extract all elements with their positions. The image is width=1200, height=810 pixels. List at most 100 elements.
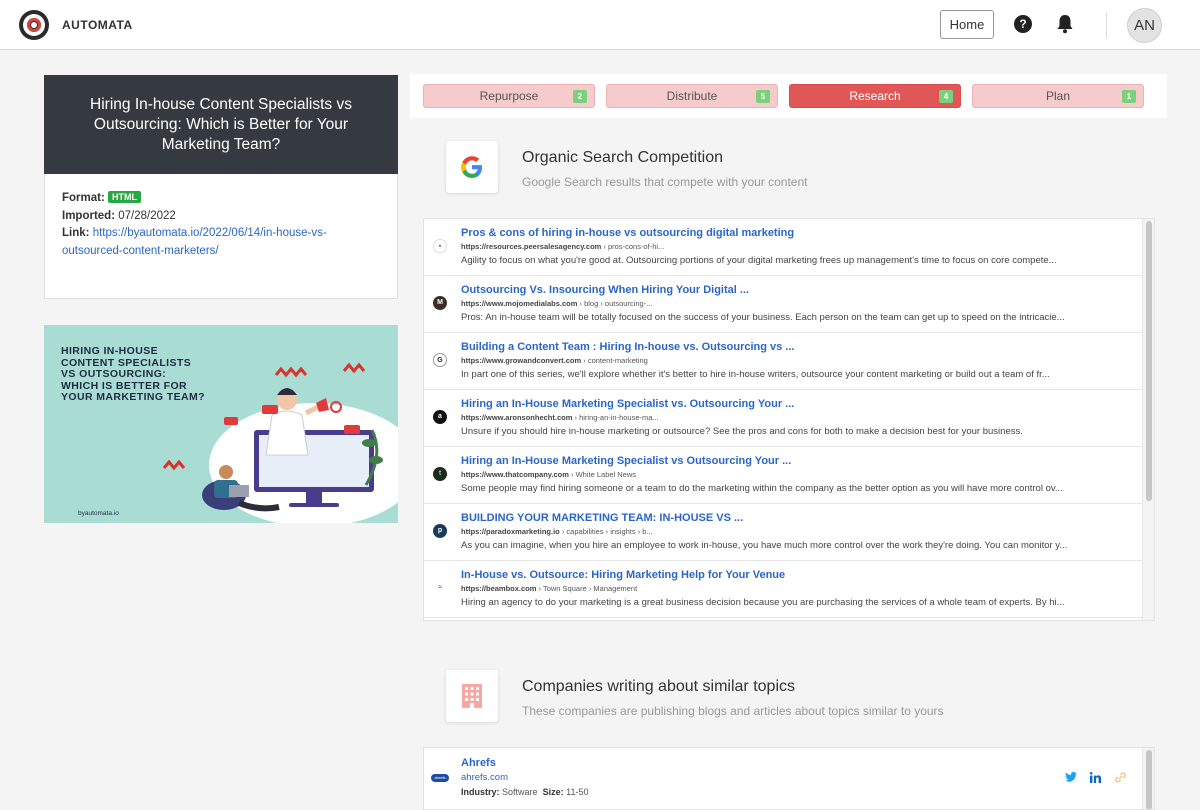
scrollbar-thumb[interactable] bbox=[1146, 750, 1152, 809]
tab-distribute[interactable]: Distribute 5 bbox=[606, 84, 778, 108]
top-bar: AUTOMATA Home ? AN bbox=[0, 0, 1200, 50]
result-title[interactable]: Pros & cons of hiring in-house vs outsou… bbox=[461, 227, 794, 239]
tab-research[interactable]: Research 4 bbox=[789, 84, 961, 108]
office-building-icon bbox=[462, 684, 482, 708]
result-path: › pros-cons-of-hi... bbox=[601, 242, 665, 251]
google-icon bbox=[446, 141, 498, 193]
result-title[interactable]: Building a Content Team : Hiring In-hous… bbox=[461, 341, 795, 353]
result-domain: https://www.thatcompany.com bbox=[461, 470, 569, 479]
results-scrollbar[interactable] bbox=[1142, 219, 1154, 620]
google-g-icon bbox=[461, 156, 482, 178]
tab-label: Distribute bbox=[666, 89, 718, 103]
industry-value: Software bbox=[502, 787, 538, 797]
thumbnail-illustration bbox=[162, 362, 398, 523]
result-snippet: Pros: An in-house team will be totally f… bbox=[461, 312, 1065, 323]
result-snippet: In part one of this series, we'll explor… bbox=[461, 369, 1050, 380]
search-result[interactable]: ▪ Pros & cons of hiring in-house vs outs… bbox=[424, 219, 1142, 276]
article-link[interactable]: https://byautomata.io/2022/06/14/in-hous… bbox=[62, 227, 327, 257]
result-path: › content-marketing bbox=[581, 356, 648, 365]
result-title[interactable]: In-House vs. Outsource: Hiring Marketing… bbox=[461, 569, 785, 581]
site-favicon-icon: t bbox=[433, 467, 447, 481]
imported-date: 07/28/2022 bbox=[118, 209, 176, 222]
company-name[interactable]: Ahrefs bbox=[461, 757, 496, 769]
format-row: Format: HTML bbox=[62, 190, 380, 208]
search-result[interactable]: a Hiring an In-House Marketing Specialis… bbox=[424, 390, 1142, 447]
result-domain: https://www.aronsonhecht.com bbox=[461, 413, 573, 422]
companies-scrollbar[interactable] bbox=[1142, 748, 1154, 809]
organic-section-title: Organic Search Competition bbox=[522, 149, 723, 166]
company-logo-icon: ahrefs bbox=[431, 774, 449, 782]
size-value: 11-50 bbox=[566, 787, 589, 797]
result-path: › Town Square › Management bbox=[536, 584, 638, 593]
result-url: https://beambox.com › Town Square › Mana… bbox=[461, 584, 637, 593]
help-icon[interactable]: ? bbox=[1014, 15, 1032, 33]
search-result[interactable]: p BUILDING YOUR MARKETING TEAM: IN-HOUSE… bbox=[424, 504, 1142, 561]
building-icon bbox=[446, 670, 498, 722]
user-avatar[interactable]: AN bbox=[1127, 8, 1162, 43]
linkedin-icon[interactable] bbox=[1090, 772, 1101, 783]
brand-name[interactable]: AUTOMATA bbox=[62, 18, 133, 32]
result-url: https://paradoxmarketing.io › capabiliti… bbox=[461, 527, 653, 536]
result-snippet: Unsure if you should hire in-house marke… bbox=[461, 426, 1023, 437]
result-snippet: Some people may find hiring someone or a… bbox=[461, 483, 1063, 494]
site-favicon-icon: M bbox=[433, 296, 447, 310]
bell-icon[interactable] bbox=[1056, 14, 1074, 34]
industry-label: Industry: bbox=[461, 787, 500, 797]
result-domain: https://resources.peersalesagency.com bbox=[461, 242, 602, 251]
tab-label: Plan bbox=[1045, 89, 1071, 103]
companies-list: ahrefs Ahrefs ahrefs.com Industry: Softw… bbox=[423, 747, 1155, 810]
companies-section-title: Companies writing about similar topics bbox=[522, 678, 795, 695]
tab-label: Repurpose bbox=[479, 89, 539, 103]
companies-section-subtitle: These companies are publishing blogs and… bbox=[522, 704, 944, 718]
home-button[interactable]: Home bbox=[940, 10, 994, 39]
result-title[interactable]: Hiring an In-House Marketing Specialist … bbox=[461, 398, 794, 410]
site-favicon-icon: p bbox=[433, 524, 447, 538]
result-path: › capabilities › insights › b... bbox=[559, 527, 653, 536]
result-snippet: As you can imagine, when you hire an emp… bbox=[461, 540, 1068, 551]
tab-plan[interactable]: Plan 1 bbox=[972, 84, 1144, 108]
automata-logo-icon[interactable] bbox=[19, 10, 49, 40]
twitter-icon[interactable] bbox=[1065, 772, 1077, 782]
result-title[interactable]: BUILDING YOUR MARKETING TEAM: IN-HOUSE V… bbox=[461, 512, 743, 524]
imported-row: Imported: 07/28/2022 bbox=[62, 208, 380, 226]
result-domain: https://beambox.com bbox=[461, 584, 537, 593]
site-favicon-icon: ▪ bbox=[433, 239, 447, 253]
article-meta: Format: HTML Imported: 07/28/2022 Link: … bbox=[44, 174, 398, 299]
result-title[interactable]: Hiring an In-House Marketing Specialist … bbox=[461, 455, 791, 467]
tabs-panel: Repurpose 2 Distribute 5 Research 4 Plan… bbox=[410, 74, 1167, 118]
article-thumbnail: HIRING IN-HOUSE CONTENT SPECIALISTS VS O… bbox=[44, 325, 398, 523]
article-title-card: Hiring In-house Content Specialists vs O… bbox=[44, 75, 398, 174]
site-favicon-icon: G bbox=[433, 353, 447, 367]
tab-count-badge: 4 bbox=[939, 90, 953, 103]
result-url: https://resources.peersalesagency.com › … bbox=[461, 242, 664, 251]
format-label: Format: bbox=[62, 192, 105, 204]
website-link-icon[interactable] bbox=[1115, 772, 1126, 783]
search-result[interactable]: t Hiring an In-House Marketing Specialis… bbox=[424, 447, 1142, 504]
result-url: https://www.aronsonhecht.com › hiring-an… bbox=[461, 413, 659, 422]
result-domain: https://www.growandconvert.com bbox=[461, 356, 582, 365]
imported-label: Imported: bbox=[62, 209, 116, 222]
link-row: Link: https://byautomata.io/2022/06/14/i… bbox=[62, 225, 380, 260]
site-favicon-icon: a bbox=[433, 410, 447, 424]
search-result[interactable]: M Outsourcing Vs. Insourcing When Hiring… bbox=[424, 276, 1142, 333]
article-title: Hiring In-house Content Specialists vs O… bbox=[90, 95, 352, 153]
site-favicon-icon: ≈ bbox=[433, 581, 447, 595]
header-divider bbox=[1106, 12, 1107, 38]
organic-section-subtitle: Google Search results that compete with … bbox=[522, 175, 808, 189]
result-snippet: Agility to focus on what you're good at.… bbox=[461, 255, 1057, 266]
search-result[interactable]: G Building a Content Team : Hiring In-ho… bbox=[424, 333, 1142, 390]
tab-label: Research bbox=[849, 89, 901, 103]
tab-repurpose[interactable]: Repurpose 2 bbox=[423, 84, 595, 108]
search-results-list: ▪ Pros & cons of hiring in-house vs outs… bbox=[423, 218, 1155, 621]
tab-count-badge: 1 bbox=[1122, 90, 1136, 103]
result-title[interactable]: Outsourcing Vs. Insourcing When Hiring Y… bbox=[461, 284, 749, 296]
thumbnail-footer: byautomata.io bbox=[78, 510, 119, 517]
company-info: Industry: Software Size: 11-50 bbox=[461, 787, 588, 797]
link-label: Link: bbox=[62, 227, 90, 239]
result-path: › hiring-an-in-house-ma... bbox=[572, 413, 659, 422]
search-result[interactable]: ≈ In-House vs. Outsource: Hiring Marketi… bbox=[424, 561, 1142, 618]
result-url: https://www.thatcompany.com › White Labe… bbox=[461, 470, 636, 479]
scrollbar-thumb[interactable] bbox=[1146, 221, 1152, 501]
result-path: › White Label News bbox=[568, 470, 637, 479]
company-domain[interactable]: ahrefs.com bbox=[461, 772, 508, 783]
